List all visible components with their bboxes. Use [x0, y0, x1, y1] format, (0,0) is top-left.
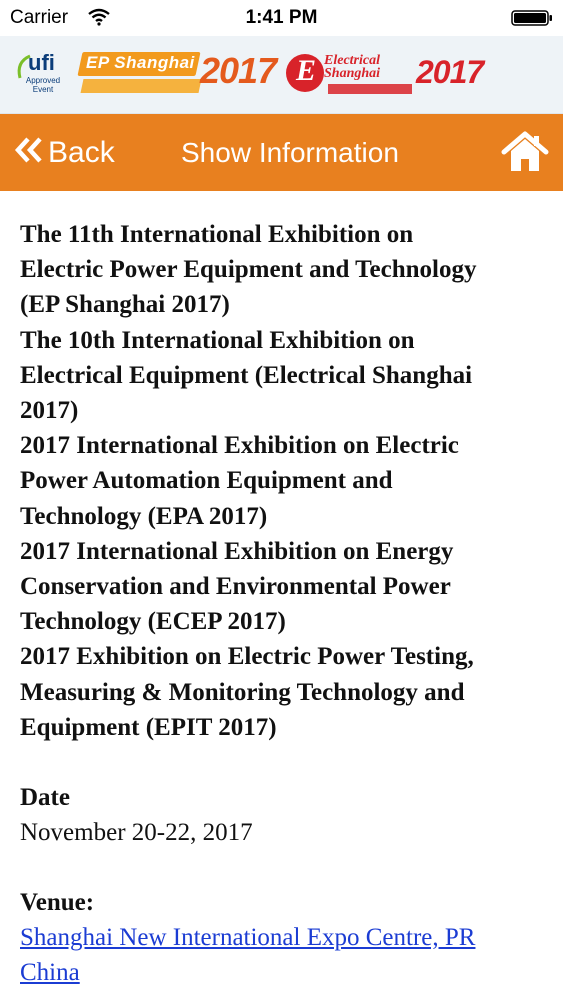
elec-logo-name-line2: Shanghai [324, 66, 381, 81]
back-button[interactable]: Back [14, 114, 115, 191]
exhibition-line: Conservation and Environmental Power [20, 573, 451, 601]
ep-logo-chinese-strip [80, 79, 202, 93]
ep-logo-name: EP Shanghai [86, 53, 195, 72]
date-label: Date [20, 784, 70, 812]
electrical-shanghai-logo: E Electrical Shanghai 2017 [286, 50, 486, 104]
home-icon [501, 131, 549, 171]
ufi-logo-subtext: Approved Event [25, 76, 61, 94]
exhibition-line: The 10th International Exhibition on [20, 326, 415, 354]
venue-link-line: China [20, 959, 80, 987]
exhibition-line: Measuring & Monitoring Technology and [20, 678, 465, 706]
exhibition-line: Electric Power Equipment and Technology [20, 256, 477, 284]
ep-logo-year: 2017 [200, 50, 277, 91]
show-information-content: The 11th International Exhibition on Ele… [0, 191, 563, 990]
exhibition-line: Power Automation Equipment and [20, 467, 393, 495]
exhibition-epa: 2017 International Exhibition on Electri… [20, 428, 543, 534]
venue-section: Venue: Shanghai New International Expo C… [20, 885, 543, 990]
elec-logo-chinese-strip [328, 84, 412, 94]
exhibition-line: 2017 Exhibition on Electric Power Testin… [20, 643, 474, 671]
back-label: Back [48, 135, 115, 169]
venue-paragraph: Shanghai New International Expo Centre, … [20, 920, 543, 990]
exhibition-line: 2017) [20, 397, 79, 425]
exhibition-epit: 2017 Exhibition on Electric Power Testin… [20, 639, 543, 745]
double-chevron-left-icon [14, 136, 44, 169]
venue-link-line: Shanghai New International Expo Centre, … [20, 924, 476, 952]
venue-link[interactable]: Shanghai New International Expo Centre, … [20, 924, 475, 986]
venue-label: Venue: [20, 889, 95, 917]
exhibition-list: The 11th International Exhibition on Ele… [20, 217, 543, 745]
status-time: 1:41 PM [245, 7, 318, 28]
elec-logo-name: Electrical Shanghai [324, 54, 381, 81]
exhibition-ep-shanghai: The 11th International Exhibition on Ele… [20, 217, 543, 323]
ep-shanghai-logo: EP Shanghai 2017 [77, 50, 277, 100]
nav-bar: Back Show Information [0, 114, 563, 191]
battery-icon [511, 10, 553, 26]
exhibition-line: 2017 International Exhibition on Electri… [20, 432, 459, 460]
exhibition-line: Technology (ECEP 2017) [20, 608, 286, 636]
exhibition-ecep: 2017 International Exhibition on Energy … [20, 534, 543, 640]
header-banner: ufi Approved Event EP Shanghai 2017 E El… [0, 36, 563, 114]
exhibition-line: The 11th International Exhibition on [20, 221, 414, 248]
exhibition-line: (EP Shanghai 2017) [20, 291, 230, 319]
elec-logo-mark: E [296, 54, 317, 87]
exhibition-line: 2017 International Exhibition on Energy [20, 537, 454, 565]
ufi-logo-text: ufi [28, 50, 55, 75]
page-title: Show Information [181, 137, 399, 168]
date-section: Date November 20-22, 2017 [20, 780, 543, 850]
home-button[interactable] [501, 130, 549, 174]
ufi-approved-event-logo: ufi Approved Event [14, 50, 72, 98]
status-bar: Carrier 1:41 PM [0, 0, 563, 36]
exhibition-line: Technology (EPA 2017) [20, 502, 268, 530]
exhibition-line: Equipment (EPIT 2017) [20, 713, 277, 741]
date-value: November 20-22, 2017 [20, 819, 253, 847]
exhibition-line: Electrical Equipment (Electrical Shangha… [20, 361, 473, 389]
exhibition-electrical-shanghai: The 10th International Exhibition on Ele… [20, 323, 543, 429]
elec-logo-year: 2017 [416, 54, 484, 90]
